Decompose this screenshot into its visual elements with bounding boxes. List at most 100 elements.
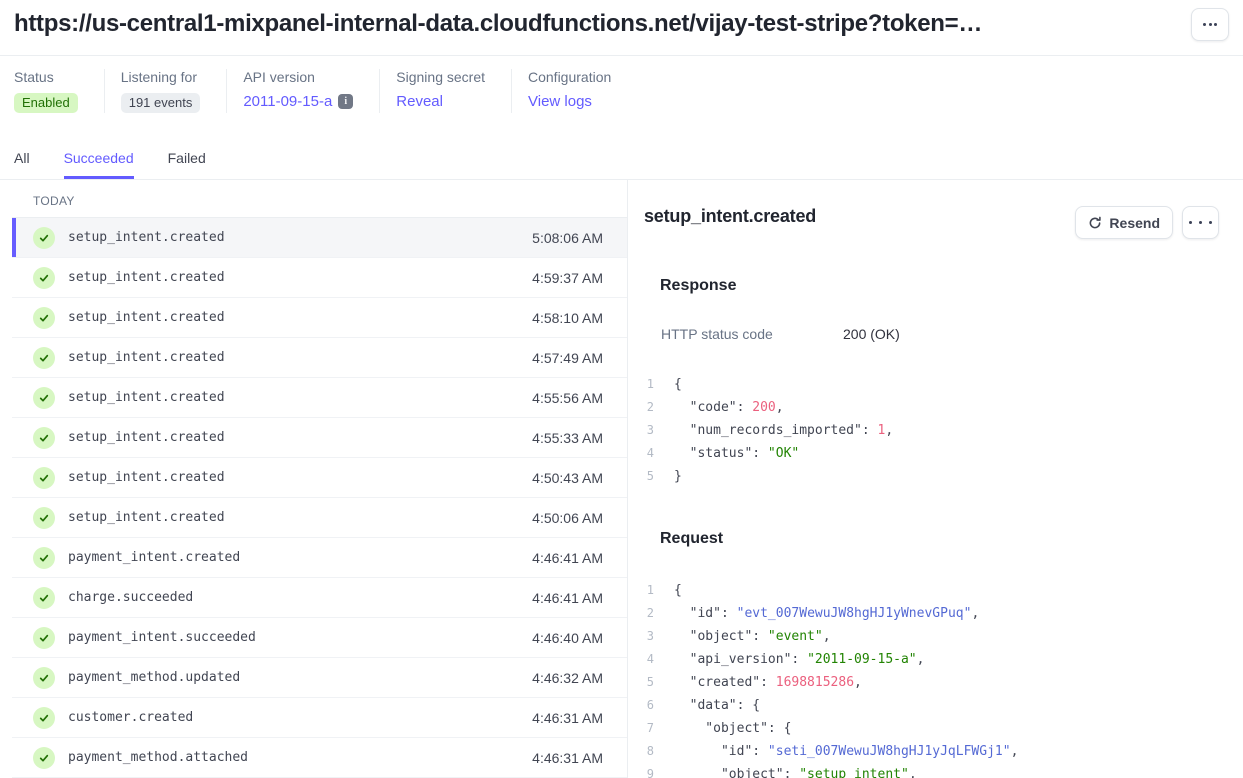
api-version-link[interactable]: 2011-09-15-a: [243, 93, 332, 110]
event-row[interactable]: payment_method.updated 4:46:32 AM: [12, 658, 627, 698]
code-line: 8 "id": "seti_007WewuJW8hgHJ1yJqLFWGj1",: [644, 740, 1219, 763]
line-number: 3: [644, 625, 654, 648]
line-number: 2: [644, 602, 654, 625]
event-time: 4:55:56 AM: [532, 390, 603, 406]
meta-api-version: API version 2011-09-15-a i: [227, 69, 380, 113]
endpoint-meta-row: Status Enabled Listening for 191 events …: [0, 56, 1243, 128]
response-code-block: 1{2 "code": 200,3 "num_records_imported"…: [644, 373, 1219, 488]
detail-more-button[interactable]: [1182, 206, 1219, 239]
code-line: 5 "created": 1698815286,: [644, 671, 1219, 694]
line-number: 9: [644, 763, 654, 778]
code-text: "data": {: [674, 694, 760, 717]
event-row[interactable]: setup_intent.created 4:59:37 AM: [12, 258, 627, 298]
event-time: 4:46:31 AM: [532, 750, 603, 766]
tab-all[interactable]: All: [14, 150, 30, 179]
event-row[interactable]: setup_intent.created 4:55:56 AM: [12, 378, 627, 418]
success-check-icon: [33, 587, 55, 609]
code-text: }: [674, 465, 682, 488]
code-line: 1{: [644, 373, 1219, 396]
resend-label: Resend: [1109, 215, 1160, 231]
success-check-icon: [33, 747, 55, 769]
event-row[interactable]: setup_intent.created 5:08:06 AM: [12, 218, 627, 258]
event-name: setup_intent.created: [68, 430, 225, 445]
event-time: 4:46:41 AM: [532, 550, 603, 566]
event-row[interactable]: charge.succeeded4:46:41 AM: [12, 578, 627, 618]
event-time: 4:55:33 AM: [532, 430, 603, 446]
resend-button[interactable]: Resend: [1075, 206, 1173, 239]
request-code-block: 1{2 "id": "evt_007WewuJW8hgHJ1yWnevGPuq"…: [644, 579, 1219, 778]
event-row[interactable]: setup_intent.created 4:55:33 AM: [12, 418, 627, 458]
event-time: 4:59:37 AM: [532, 270, 603, 286]
code-text: "object": {: [674, 717, 791, 740]
code-text: "num_records_imported": 1,: [674, 419, 893, 442]
header-more-button[interactable]: [1191, 8, 1229, 41]
code-line: 7 "object": {: [644, 717, 1219, 740]
code-text: "id": "evt_007WewuJW8hgHJ1yWnevGPuq",: [674, 602, 979, 625]
line-number: 1: [644, 373, 654, 396]
event-name: payment_intent.succeeded: [68, 630, 256, 645]
event-row[interactable]: setup_intent.created 4:50:43 AM: [12, 458, 627, 498]
event-list-panel: TODAY setup_intent.created5:08:06 AMsetu…: [0, 180, 628, 778]
event-row[interactable]: payment_method.attached4:46:31 AM: [12, 738, 627, 778]
success-check-icon: [33, 467, 55, 489]
event-group-header: TODAY: [12, 180, 627, 218]
event-name: payment_method.updated: [68, 670, 240, 685]
event-row[interactable]: setup_intent.created 4:58:10 AM: [12, 298, 627, 338]
webhook-url-title: https://us-central1-mixpanel-internal-da…: [14, 10, 1183, 38]
event-row[interactable]: payment_intent.succeeded4:46:40 AM: [12, 618, 627, 658]
signing-secret-label: Signing secret: [396, 69, 485, 85]
event-row[interactable]: setup_intent.created4:57:49 AM: [12, 338, 627, 378]
event-name: setup_intent.created: [68, 470, 225, 485]
success-check-icon: [33, 627, 55, 649]
event-time: 5:08:06 AM: [532, 230, 603, 246]
configuration-label: Configuration: [528, 69, 611, 85]
detail-header: setup_intent.created Resend: [644, 206, 1219, 239]
code-text: "object": "event",: [674, 625, 831, 648]
event-detail-title: setup_intent.created: [644, 206, 816, 227]
line-number: 5: [644, 465, 654, 488]
event-name: setup_intent.created: [68, 390, 225, 405]
success-check-icon: [33, 707, 55, 729]
success-check-icon: [33, 427, 55, 449]
code-line: 2 "id": "evt_007WewuJW8hgHJ1yWnevGPuq",: [644, 602, 1219, 625]
event-row[interactable]: customer.created4:46:31 AM: [12, 698, 627, 738]
tab-failed[interactable]: Failed: [168, 150, 206, 179]
event-time: 4:58:10 AM: [532, 310, 603, 326]
http-status-value: 200 (OK): [843, 326, 900, 342]
success-check-icon: [33, 267, 55, 289]
event-name: charge.succeeded: [68, 590, 193, 605]
line-number: 1: [644, 579, 654, 602]
status-badge: Enabled: [14, 93, 78, 113]
status-label: Status: [14, 69, 78, 85]
event-row[interactable]: setup_intent.created4:50:06 AM: [12, 498, 627, 538]
event-time: 4:46:32 AM: [532, 670, 603, 686]
event-name: setup_intent.created: [68, 230, 225, 245]
event-row[interactable]: payment_intent.created4:46:41 AM: [12, 538, 627, 578]
tab-succeeded[interactable]: Succeeded: [64, 150, 134, 179]
meta-configuration: Configuration View logs: [512, 69, 637, 113]
selected-indicator: [12, 218, 16, 257]
api-version-label: API version: [243, 69, 353, 85]
event-time: 4:50:43 AM: [532, 470, 603, 486]
meta-listening: Listening for 191 events: [105, 69, 228, 113]
code-line: 3 "num_records_imported": 1,: [644, 419, 1219, 442]
code-text: "id": "seti_007WewuJW8hgHJ1yJqLFWGj1",: [674, 740, 1018, 763]
reveal-secret-link[interactable]: Reveal: [396, 93, 443, 110]
code-text: "created": 1698815286,: [674, 671, 862, 694]
line-number: 3: [644, 419, 654, 442]
info-icon[interactable]: i: [338, 94, 353, 109]
code-text: "code": 200,: [674, 396, 784, 419]
event-name: setup_intent.created: [68, 310, 225, 325]
event-name: customer.created: [68, 710, 193, 725]
view-logs-link[interactable]: View logs: [528, 93, 592, 110]
code-line: 1{: [644, 579, 1219, 602]
meta-status: Status Enabled: [14, 69, 105, 113]
line-number: 7: [644, 717, 654, 740]
code-line: 4 "api_version": "2011-09-15-a",: [644, 648, 1219, 671]
line-number: 2: [644, 396, 654, 419]
code-line: 3 "object": "event",: [644, 625, 1219, 648]
success-check-icon: [33, 307, 55, 329]
response-heading: Response: [660, 277, 1219, 295]
line-number: 4: [644, 648, 654, 671]
event-name: setup_intent.created: [68, 270, 225, 285]
